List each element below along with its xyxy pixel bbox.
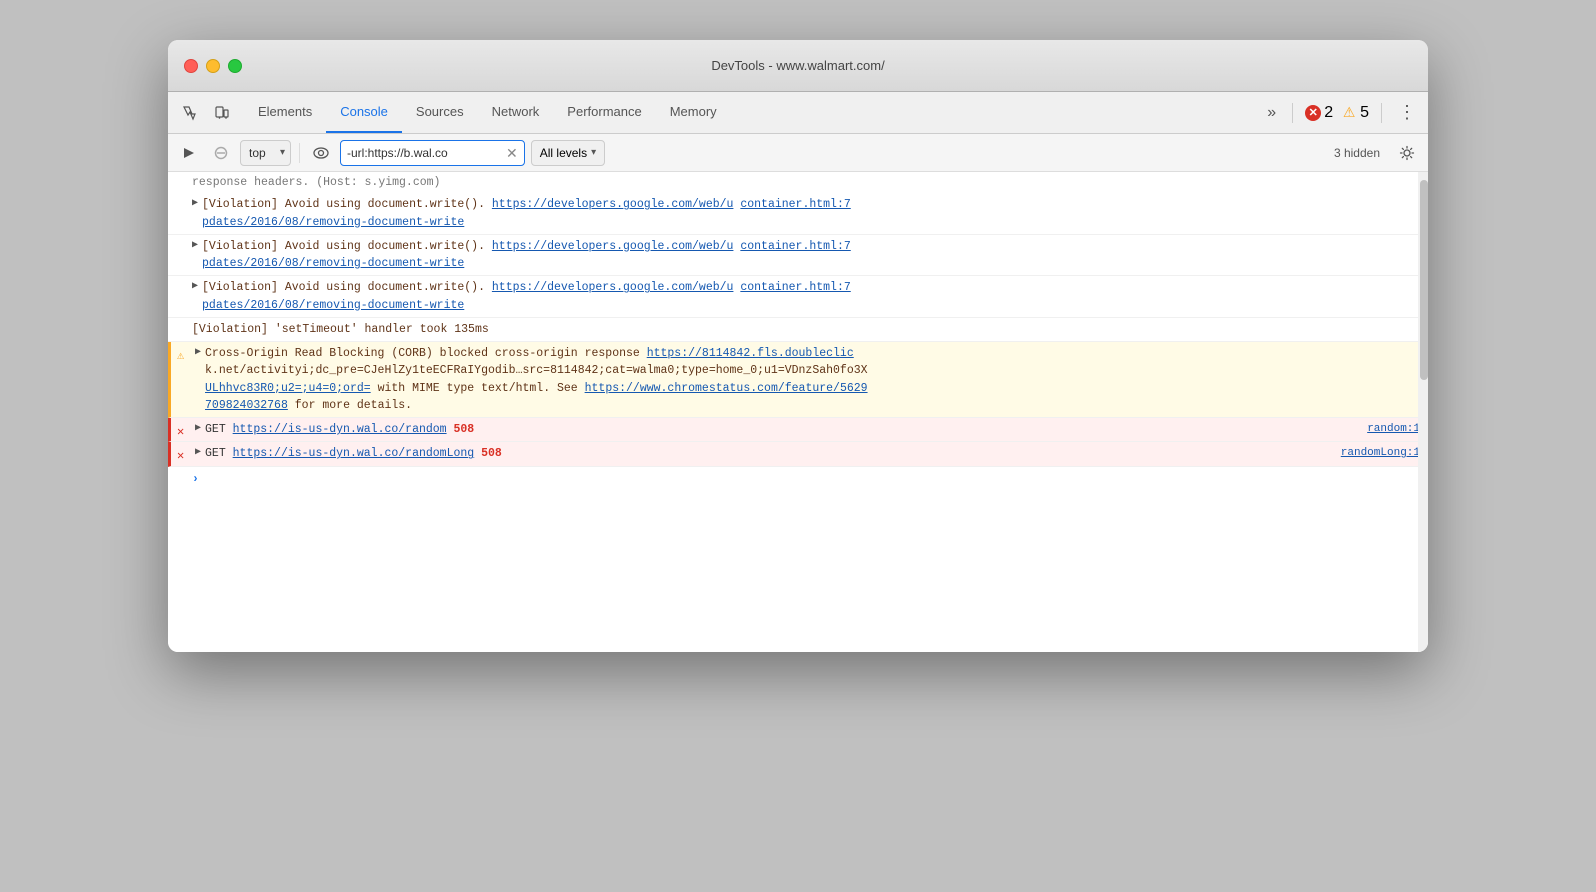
console-prompt[interactable]: › xyxy=(168,467,1428,492)
log-entry: ▶ [Violation] Avoid using document.write… xyxy=(168,235,1428,277)
tabs: Elements Console Sources Network Perform… xyxy=(244,92,1263,133)
tabbar: Elements Console Sources Network Perform… xyxy=(168,92,1428,134)
run-script-button[interactable] xyxy=(176,140,202,166)
response-header-entry: response headers. (Host: s.yimg.com) xyxy=(168,172,1428,193)
error-count: 2 xyxy=(1324,104,1333,122)
expand-arrow-icon[interactable]: ▶ xyxy=(195,445,201,460)
device-toolbar-icon[interactable] xyxy=(208,99,236,127)
log-entry-warning: ⚠ ▶ Cross-Origin Read Blocking (CORB) bl… xyxy=(168,342,1428,418)
entry-content: [Violation] Avoid using document.write()… xyxy=(202,238,1420,273)
entry-source-1: random:1 xyxy=(1367,421,1420,438)
hidden-count: 3 hidden xyxy=(1334,146,1380,160)
violation-sublink1[interactable]: pdates/2016/08/removing-document-write xyxy=(202,216,464,229)
get-url-1[interactable]: https://is-us-dyn.wal.co/random xyxy=(233,423,447,436)
expand-arrow-icon[interactable]: ▶ xyxy=(195,345,201,360)
status-code-1: 508 xyxy=(453,423,474,436)
violation-source3[interactable]: container.html:7 xyxy=(740,281,850,294)
levels-arrow-icon: ▾ xyxy=(591,147,596,158)
entry-content: Cross-Origin Read Blocking (CORB) blocke… xyxy=(205,345,1420,414)
entry-content: GET https://is-us-dyn.wal.co/randomLong … xyxy=(205,445,1333,462)
scrollbar-track[interactable] xyxy=(1418,172,1428,652)
prompt-arrow-icon: › xyxy=(192,471,199,488)
levels-label: All levels xyxy=(540,146,587,160)
entry-content: [Violation] Avoid using document.write()… xyxy=(202,196,1420,231)
source-link-2[interactable]: randomLong:1 xyxy=(1341,447,1420,459)
filter-input[interactable] xyxy=(347,146,502,160)
corb-link1[interactable]: https://8114842.fls.doubleclic xyxy=(647,347,854,360)
warning-badge: ⚠ 5 xyxy=(1341,104,1369,122)
log-entry-error2: ✕ ▶ GET https://is-us-dyn.wal.co/randomL… xyxy=(168,442,1428,466)
expand-arrow-icon[interactable]: ▶ xyxy=(195,421,201,436)
error-badge: ✕ 2 xyxy=(1305,104,1333,122)
expand-arrow-icon[interactable]: ▶ xyxy=(192,279,198,294)
divider xyxy=(1292,103,1293,123)
scrollbar-thumb[interactable] xyxy=(1420,180,1428,380)
tab-elements[interactable]: Elements xyxy=(244,92,326,133)
log-entry: ▶ [Violation] Avoid using document.write… xyxy=(168,276,1428,318)
violation-link1[interactable]: https://developers.google.com/web/u xyxy=(492,198,734,211)
warning-triangle-icon: ⚠ xyxy=(177,347,184,365)
violation-sublink2[interactable]: pdates/2016/08/removing-document-write xyxy=(202,257,464,270)
entry-content: [Violation] 'setTimeout' handler took 13… xyxy=(192,321,1420,338)
more-tabs-button[interactable]: » xyxy=(1263,100,1280,126)
expand-arrow-icon[interactable]: ▶ xyxy=(192,238,198,253)
corb-feature-link[interactable]: 709824032768 xyxy=(205,399,288,412)
tab-network[interactable]: Network xyxy=(478,92,554,133)
violation-source2[interactable]: container.html:7 xyxy=(740,240,850,253)
tab-console[interactable]: Console xyxy=(326,92,402,133)
divider2 xyxy=(1381,103,1382,123)
source-link-1[interactable]: random:1 xyxy=(1367,423,1420,435)
tab-memory[interactable]: Memory xyxy=(656,92,731,133)
devtools-window: DevTools - www.walmart.com/ E xyxy=(168,40,1428,652)
close-button[interactable] xyxy=(184,59,198,73)
error-circle-icon2: ✕ xyxy=(177,447,184,465)
toolbar-separator1 xyxy=(299,143,300,163)
kebab-menu-button[interactable]: ⋮ xyxy=(1394,98,1420,127)
violation-link3[interactable]: https://developers.google.com/web/u xyxy=(492,281,734,294)
log-entry-error1: ✕ ▶ GET https://is-us-dyn.wal.co/random … xyxy=(168,418,1428,442)
entry-content: [Violation] Avoid using document.write()… xyxy=(202,279,1420,314)
entry-source-2: randomLong:1 xyxy=(1341,445,1420,462)
response-header-text: response headers. (Host: s.yimg.com) xyxy=(192,176,440,189)
corb-chromestatus-link[interactable]: https://www.chromestatus.com/feature/562… xyxy=(585,382,868,395)
error-circle-icon: ✕ xyxy=(177,423,184,441)
entry-content: GET https://is-us-dyn.wal.co/random 508 xyxy=(205,421,1359,438)
eye-button[interactable] xyxy=(308,140,334,166)
expand-arrow-icon[interactable]: ▶ xyxy=(192,196,198,211)
corb-ord-link[interactable]: ULhhvc83R0;u2=;u4=0;ord= xyxy=(205,382,371,395)
titlebar: DevTools - www.walmart.com/ xyxy=(168,40,1428,92)
warning-icon: ⚠ xyxy=(1341,105,1357,121)
context-selector[interactable]: top xyxy=(240,140,291,166)
tab-performance[interactable]: Performance xyxy=(553,92,655,133)
block-network-button[interactable] xyxy=(208,140,234,166)
tabbar-right: » ✕ 2 ⚠ 5 ⋮ xyxy=(1263,92,1420,133)
log-entry: ▶ [Violation] Avoid using document.write… xyxy=(168,193,1428,235)
log-entry: [Violation] 'setTimeout' handler took 13… xyxy=(168,318,1428,342)
traffic-lights xyxy=(184,59,242,73)
window-title: DevTools - www.walmart.com/ xyxy=(711,58,884,73)
filter-clear-button[interactable]: ✕ xyxy=(506,146,518,160)
tab-sources[interactable]: Sources xyxy=(402,92,478,133)
tabbar-left-icons xyxy=(176,92,236,133)
context-selector-container: top ▾ xyxy=(240,140,291,166)
violation-sublink3[interactable]: pdates/2016/08/removing-document-write xyxy=(202,299,464,312)
maximize-button[interactable] xyxy=(228,59,242,73)
console-output: response headers. (Host: s.yimg.com) ▶ [… xyxy=(168,172,1428,652)
console-toolbar: top ▾ ✕ All levels ▾ 3 hidden xyxy=(168,134,1428,172)
inspect-element-icon[interactable] xyxy=(176,99,204,127)
levels-dropdown[interactable]: All levels ▾ xyxy=(531,140,605,166)
settings-button[interactable] xyxy=(1394,140,1420,166)
minimize-button[interactable] xyxy=(206,59,220,73)
get-url-2[interactable]: https://is-us-dyn.wal.co/randomLong xyxy=(233,447,475,460)
violation-link2[interactable]: https://developers.google.com/web/u xyxy=(492,240,734,253)
warning-count: 5 xyxy=(1360,104,1369,122)
status-code-2: 508 xyxy=(481,447,502,460)
error-icon: ✕ xyxy=(1305,105,1321,121)
filter-input-container: ✕ xyxy=(340,140,525,166)
violation-source1[interactable]: container.html:7 xyxy=(740,198,850,211)
